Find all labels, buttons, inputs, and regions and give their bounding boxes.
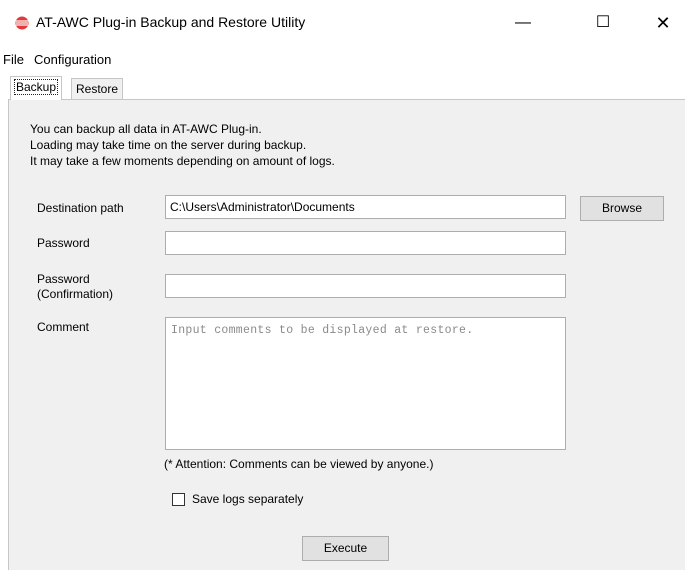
info-text: You can backup all data in AT-AWC Plug-i…: [30, 121, 335, 169]
info-line: Loading may take time on the server duri…: [30, 138, 307, 152]
browse-button[interactable]: Browse: [580, 196, 664, 221]
save-logs-checkbox[interactable]: [172, 493, 185, 506]
menu-bar: File Configuration: [0, 50, 685, 70]
password-input[interactable]: [165, 231, 566, 255]
comment-textarea[interactable]: Input comments to be displayed at restor…: [165, 317, 566, 450]
destination-path-input[interactable]: C:\Users\Administrator\Documents: [165, 195, 566, 219]
close-button[interactable]: ✕: [640, 0, 685, 46]
destination-path-label: Destination path: [37, 201, 124, 215]
info-line: You can backup all data in AT-AWC Plug-i…: [30, 122, 262, 136]
window-title: AT-AWC Plug-in Backup and Restore Utilit…: [36, 14, 306, 30]
app-logo-icon: [15, 16, 29, 30]
menu-file[interactable]: File: [3, 52, 24, 67]
title-bar: AT-AWC Plug-in Backup and Restore Utilit…: [0, 0, 685, 46]
attention-note: (* Attention: Comments can be viewed by …: [164, 457, 434, 471]
password-confirm-input[interactable]: [165, 274, 566, 298]
tab-restore[interactable]: Restore: [71, 78, 124, 100]
menu-configuration[interactable]: Configuration: [34, 52, 111, 67]
info-line: It may take a few moments depending on a…: [30, 154, 335, 168]
password-confirm-label: Password (Confirmation): [37, 272, 114, 301]
tab-backup[interactable]: Backup: [10, 76, 63, 100]
maximize-button[interactable]: ☐: [580, 0, 626, 46]
execute-button[interactable]: Execute: [302, 536, 389, 561]
minimize-button[interactable]: —: [500, 0, 546, 46]
save-logs-label[interactable]: Save logs separately: [192, 492, 303, 506]
password-label: Password: [37, 236, 90, 250]
comment-label: Comment: [37, 320, 90, 334]
tab-strip: Backup Restore: [0, 70, 685, 100]
